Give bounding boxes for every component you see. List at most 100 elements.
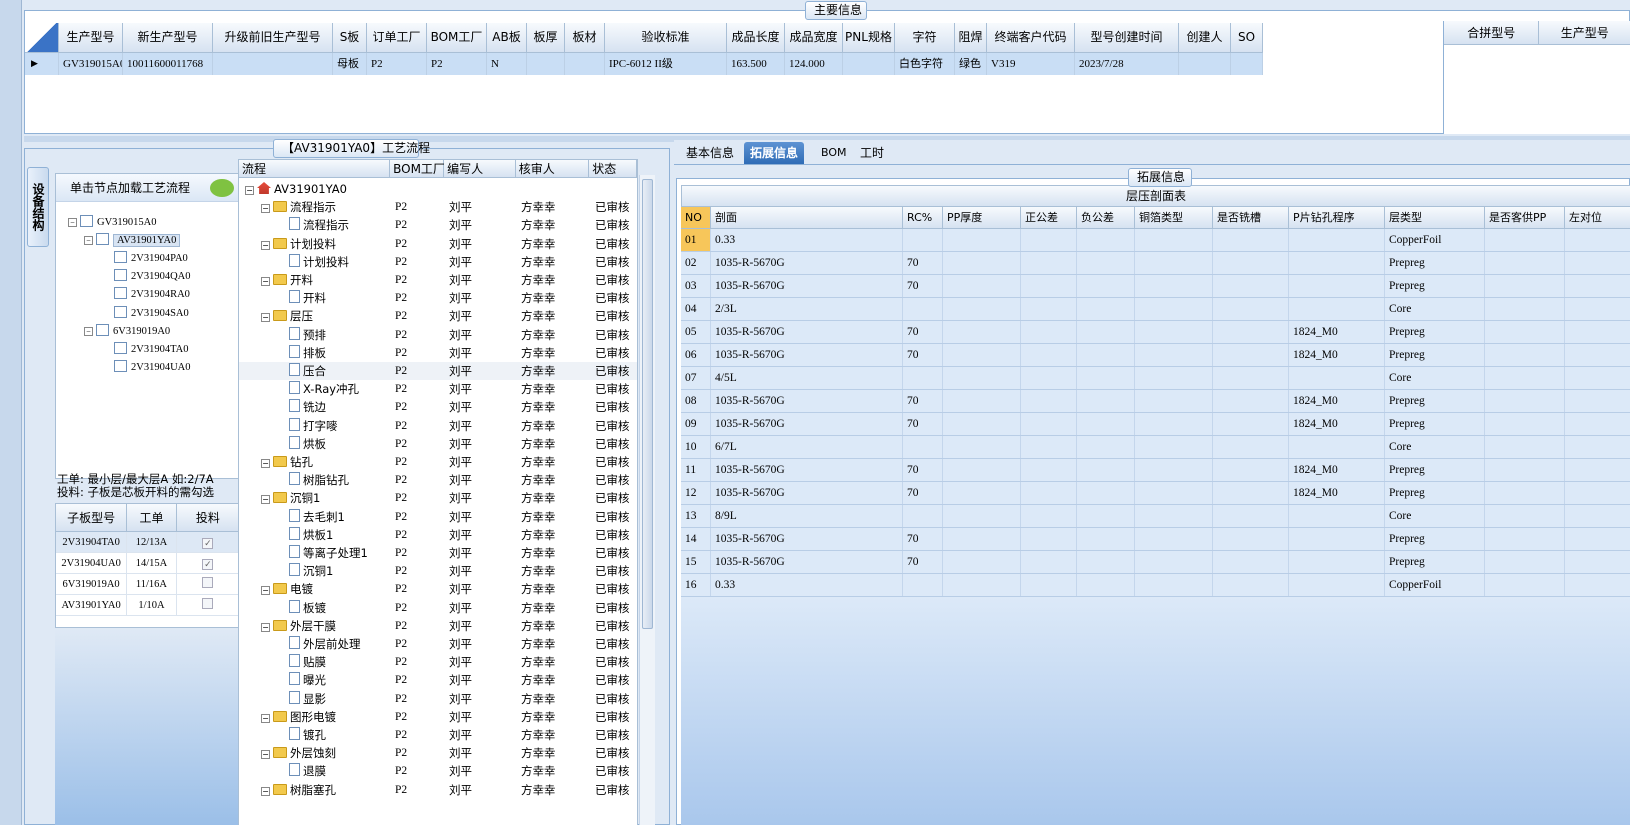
- layer-cell[interactable]: 70: [903, 390, 943, 412]
- layer-cell[interactable]: [1021, 528, 1077, 550]
- table-row[interactable]: 2V31904TA0 12/13A ✓: [56, 532, 240, 553]
- layer-cell[interactable]: [1485, 482, 1565, 504]
- layer-col-header[interactable]: 铜箔类型: [1135, 207, 1213, 229]
- flow-row[interactable]: 开料 P2 刘平 方幸幸 已审核: [239, 289, 637, 307]
- main-col-header[interactable]: 升级前旧生产型号: [213, 23, 333, 53]
- flow-col-header[interactable]: 流程: [239, 160, 391, 178]
- flow-row[interactable]: − 沉铜1 P2 刘平 方幸幸 已审核: [239, 489, 637, 507]
- main-col-header[interactable]: 验收标准: [605, 23, 727, 53]
- layer-col-header[interactable]: P片钻孔程序: [1289, 207, 1385, 229]
- collapse-toggle-icon[interactable]: −: [261, 622, 270, 632]
- layer-cell[interactable]: [1213, 459, 1289, 481]
- vertical-tab[interactable]: 设备结构: [27, 167, 49, 247]
- flow-row[interactable]: 贴膜 P2 刘平 方幸幸 已审核: [239, 653, 637, 671]
- tab-work-hours[interactable]: 工时: [854, 142, 890, 164]
- main-cell[interactable]: 124.000: [785, 53, 843, 75]
- layer-cell[interactable]: [1485, 413, 1565, 435]
- layer-cell[interactable]: [1565, 229, 1630, 251]
- layer-cell[interactable]: 1035-R-5670G: [711, 390, 903, 412]
- layer-cell[interactable]: [1135, 482, 1213, 504]
- layer-cell[interactable]: [1213, 482, 1289, 504]
- layer-cell[interactable]: [1135, 344, 1213, 366]
- main-cell[interactable]: GV319015A0: [59, 53, 123, 75]
- flow-row[interactable]: 退膜 P2 刘平 方幸幸 已审核: [239, 762, 637, 780]
- collapse-toggle-icon[interactable]: −: [261, 240, 270, 250]
- layer-cell[interactable]: [1135, 275, 1213, 297]
- flow-row[interactable]: − 图形电镀 P2 刘平 方幸幸 已审核: [239, 708, 637, 726]
- main-col-header[interactable]: 型号创建时间: [1075, 23, 1179, 53]
- table-row[interactable]: 05 1035-R-5670G 70 1824_M0 Prepreg: [681, 321, 1630, 344]
- layer-cell[interactable]: [1135, 390, 1213, 412]
- layer-cell[interactable]: [1021, 229, 1077, 251]
- tab-bom[interactable]: BOM: [815, 142, 853, 164]
- flow-row[interactable]: 打字嘜 P2 刘平 方幸幸 已审核: [239, 417, 637, 435]
- layer-cell[interactable]: [1289, 528, 1385, 550]
- layer-cell[interactable]: [1565, 252, 1630, 274]
- flow-col-header[interactable]: 核审人: [515, 160, 590, 178]
- layer-cell[interactable]: 4/5L: [711, 367, 903, 389]
- layer-cell[interactable]: [1213, 551, 1289, 573]
- layer-cell[interactable]: [943, 551, 1021, 573]
- layer-cell[interactable]: [1021, 482, 1077, 504]
- flow-row[interactable]: 沉铜1 P2 刘平 方幸幸 已审核: [239, 562, 637, 580]
- layer-cell[interactable]: [1565, 298, 1630, 320]
- layer-cell[interactable]: 16: [681, 574, 711, 596]
- layer-cell[interactable]: [1485, 321, 1565, 343]
- layer-cell[interactable]: [1077, 482, 1135, 504]
- layer-cell[interactable]: Prepreg: [1385, 275, 1485, 297]
- layer-cell[interactable]: [1077, 321, 1135, 343]
- layer-cell[interactable]: 13: [681, 505, 711, 527]
- table-row[interactable]: 2V31904UA0 14/15A ✓: [56, 553, 240, 574]
- layer-cell[interactable]: [1077, 252, 1135, 274]
- layer-cell[interactable]: [1021, 436, 1077, 458]
- collapse-toggle-icon[interactable]: −: [261, 713, 270, 723]
- layer-col-header[interactable]: 正公差: [1021, 207, 1077, 229]
- flow-scrollbar[interactable]: [639, 175, 655, 825]
- tree-node[interactable]: − 6V319019A0: [84, 323, 170, 341]
- main-col-header[interactable]: 生产型号: [59, 23, 123, 53]
- layer-cell[interactable]: [1565, 344, 1630, 366]
- tree-node[interactable]: 2V31904SA0: [102, 305, 189, 323]
- layer-cell[interactable]: [1021, 390, 1077, 412]
- layer-cell[interactable]: 8/9L: [711, 505, 903, 527]
- collapse-toggle-icon[interactable]: −: [261, 750, 270, 760]
- layer-col-header[interactable]: 层类型: [1385, 207, 1485, 229]
- layer-cell[interactable]: 1035-R-5670G: [711, 459, 903, 481]
- main-cell[interactable]: [843, 53, 895, 75]
- main-cell[interactable]: P2: [427, 53, 487, 75]
- layer-cell[interactable]: [1021, 344, 1077, 366]
- layer-cell[interactable]: Prepreg: [1385, 528, 1485, 550]
- layer-cell[interactable]: [1565, 390, 1630, 412]
- flow-row[interactable]: 铣边 P2 刘平 方幸幸 已审核: [239, 398, 637, 416]
- layer-cell[interactable]: [1077, 367, 1135, 389]
- flow-row[interactable]: − 开料 P2 刘平 方幸幸 已审核: [239, 271, 637, 289]
- flow-row[interactable]: − 树脂塞孔 P2 刘平 方幸幸 已审核: [239, 781, 637, 799]
- layer-cell[interactable]: 06: [681, 344, 711, 366]
- layer-col-header[interactable]: 是否铣槽: [1213, 207, 1289, 229]
- main-cell[interactable]: 白色字符: [895, 53, 955, 75]
- layer-cell[interactable]: 70: [903, 252, 943, 274]
- flow-col-header[interactable]: 编写人: [444, 160, 516, 178]
- sub-model-cell[interactable]: 6V319019A0: [56, 574, 128, 594]
- layer-cell[interactable]: [1485, 344, 1565, 366]
- sub-col-header[interactable]: 投料: [176, 504, 240, 532]
- layer-cell[interactable]: [1289, 551, 1385, 573]
- feed-checkbox[interactable]: [202, 598, 214, 609]
- layer-cell[interactable]: [1021, 275, 1077, 297]
- layer-col-header[interactable]: NO: [681, 207, 711, 229]
- table-row[interactable]: 09 1035-R-5670G 70 1824_M0 Prepreg: [681, 413, 1630, 436]
- layer-cell[interactable]: 05: [681, 321, 711, 343]
- layer-cell[interactable]: [1289, 275, 1385, 297]
- table-row[interactable]: 01 0.33 CopperFoil: [681, 229, 1630, 252]
- tab-ext-info[interactable]: 拓展信息: [744, 142, 805, 164]
- layer-cell[interactable]: [943, 321, 1021, 343]
- layer-cell[interactable]: 70: [903, 551, 943, 573]
- layer-cell[interactable]: [1213, 367, 1289, 389]
- main-col-header[interactable]: 订单工厂: [367, 23, 427, 53]
- layer-cell[interactable]: [1021, 551, 1077, 573]
- main-cell[interactable]: [527, 53, 565, 75]
- main-col-header[interactable]: 阻焊: [955, 23, 987, 53]
- feed-checkbox[interactable]: ✓: [202, 538, 214, 549]
- collapse-toggle-icon[interactable]: −: [261, 313, 270, 323]
- layer-cell[interactable]: [1565, 528, 1630, 550]
